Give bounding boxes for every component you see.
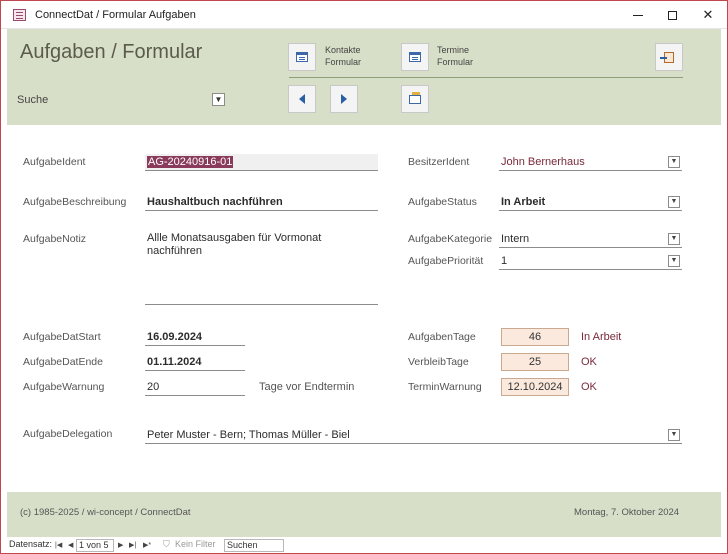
tage-label: AufgabenTage bbox=[408, 331, 476, 343]
termine-formular-label: Termine Formular bbox=[437, 44, 473, 68]
current-date: Montag, 7. Oktober 2024 bbox=[574, 507, 680, 518]
status-combo[interactable]: In Arbeit bbox=[499, 194, 682, 211]
prioritaet-combo[interactable]: 1 bbox=[499, 253, 682, 270]
close-button[interactable]: ✕ bbox=[691, 5, 725, 25]
beschreibung-label: AufgabeBeschreibung bbox=[23, 196, 127, 208]
prioritaet-label: AufgabePriorität bbox=[408, 255, 484, 267]
chevron-down-icon: ▼ bbox=[670, 158, 678, 165]
warnung-label: AufgabeWarnung bbox=[23, 381, 105, 393]
filter-icon: ⛉ bbox=[163, 539, 170, 549]
form-app-icon bbox=[13, 9, 26, 21]
chevron-down-icon: ▼ bbox=[670, 431, 678, 438]
kontakte-label-line2: Formular bbox=[325, 57, 362, 67]
termine-label-line2: Formular bbox=[437, 57, 474, 67]
ident-value: AG-20240916-01 bbox=[147, 156, 234, 168]
kategorie-dropdown-button[interactable]: ▼ bbox=[668, 233, 680, 245]
title-bar: ConnectDat / Formular Aufgaben ✕ bbox=[1, 1, 727, 29]
kontakte-formular-label: Kontakte Formular bbox=[325, 44, 361, 68]
copyright-text: (c) 1985-2025 / wi-concept / ConnectDat bbox=[20, 507, 191, 518]
minimize-icon bbox=[633, 14, 643, 16]
tage-value-box: 46 bbox=[501, 328, 569, 346]
form-header: Aufgaben / Formular Suche ▼ Kontakte For… bbox=[7, 29, 721, 125]
prioritaet-dropdown-button[interactable]: ▼ bbox=[668, 255, 680, 267]
verbleib-label: VerbleibTage bbox=[408, 356, 469, 368]
app-window: ConnectDat / Formular Aufgaben ✕ Aufgabe… bbox=[0, 0, 728, 554]
maximize-button[interactable] bbox=[655, 5, 689, 25]
prev-record-icon[interactable]: ◀ bbox=[68, 541, 73, 549]
ident-field[interactable]: AG-20240916-01 bbox=[145, 154, 378, 171]
form-icon bbox=[409, 52, 421, 62]
record-position-input[interactable]: 1 von 5 bbox=[76, 539, 114, 552]
tage-status: In Arbeit bbox=[581, 331, 622, 343]
besitzer-label: BesitzerIdent bbox=[408, 156, 470, 168]
record-search-input[interactable]: Suchen bbox=[224, 539, 284, 552]
new-record-icon bbox=[409, 91, 421, 104]
page-title: Aufgaben / Formular bbox=[20, 41, 203, 63]
record-navigation-bar: Datensatz: |◀ ◀ 1 von 5 ▶ ▶| ▶* ⛉ Kein F… bbox=[7, 538, 721, 553]
form-footer: (c) 1985-2025 / wi-concept / ConnectDat … bbox=[7, 492, 721, 537]
kategorie-combo[interactable]: Intern bbox=[499, 231, 682, 248]
terminwarnung-value-box: 12.10.2024 bbox=[501, 378, 569, 396]
chevron-down-icon: ▼ bbox=[670, 235, 678, 242]
besitzer-dropdown-button[interactable]: ▼ bbox=[668, 156, 680, 168]
besitzer-combo[interactable]: John Bernerhaus bbox=[499, 154, 682, 171]
record-nav-label: Datensatz: bbox=[9, 539, 53, 549]
exit-button[interactable] bbox=[655, 43, 683, 71]
minimize-button[interactable] bbox=[621, 5, 655, 25]
start-label: AufgabeDatStart bbox=[23, 331, 101, 343]
filter-status[interactable]: Kein Filter bbox=[175, 539, 216, 549]
maximize-icon bbox=[667, 10, 677, 20]
form-icon bbox=[296, 52, 308, 62]
window-title: ConnectDat / Formular Aufgaben bbox=[35, 9, 196, 21]
previous-record-button[interactable] bbox=[288, 85, 316, 113]
termine-formular-button[interactable] bbox=[401, 43, 429, 71]
search-dropdown-button[interactable]: ▼ bbox=[212, 93, 225, 106]
beschreibung-field[interactable]: Haushaltbuch nachführen bbox=[145, 194, 378, 211]
start-date-field[interactable]: 16.09.2024 bbox=[145, 329, 245, 346]
new-record-nav-icon[interactable]: ▶* bbox=[143, 541, 151, 549]
terminwarnung-label: TerminWarnung bbox=[408, 381, 482, 393]
delegation-combo[interactable]: Peter Muster - Bern; Thomas Müller - Bie… bbox=[145, 427, 682, 444]
chevron-down-icon: ▼ bbox=[670, 198, 678, 205]
kontakte-label-line1: Kontakte bbox=[325, 45, 361, 55]
warnung-field[interactable]: 20 bbox=[145, 379, 245, 396]
exit-door-icon bbox=[660, 51, 674, 63]
search-combo-label[interactable]: Suche bbox=[17, 94, 48, 106]
notiz-label: AufgabeNotiz bbox=[23, 233, 87, 245]
kontakte-formular-button[interactable] bbox=[288, 43, 316, 71]
warnung-suffix: Tage vor Endtermin bbox=[259, 381, 355, 393]
ende-label: AufgabeDatEnde bbox=[23, 356, 103, 368]
delegation-dropdown-button[interactable]: ▼ bbox=[668, 429, 680, 441]
arrow-left-icon bbox=[299, 94, 305, 104]
status-label: AufgabeStatus bbox=[408, 196, 477, 208]
next-record-icon[interactable]: ▶ bbox=[118, 541, 123, 549]
chevron-down-icon: ▼ bbox=[670, 257, 678, 264]
next-record-button[interactable] bbox=[330, 85, 358, 113]
notiz-field[interactable]: Allle Monatsausgaben für Vormonat nachfü… bbox=[145, 229, 378, 305]
verbleib-status: OK bbox=[581, 356, 597, 368]
arrow-right-icon bbox=[341, 94, 347, 104]
ident-label: AufgabeIdent bbox=[23, 156, 86, 168]
status-dropdown-button[interactable]: ▼ bbox=[668, 196, 680, 208]
verbleib-value-box: 25 bbox=[501, 353, 569, 371]
last-record-icon[interactable]: ▶| bbox=[129, 541, 136, 549]
close-icon: ✕ bbox=[702, 7, 714, 22]
kategorie-label: AufgabeKategorie bbox=[408, 233, 493, 245]
termine-label-line1: Termine bbox=[437, 45, 470, 55]
header-divider bbox=[289, 77, 683, 78]
end-date-field[interactable]: 01.11.2024 bbox=[145, 354, 245, 371]
delegation-label: AufgabeDelegation bbox=[23, 428, 113, 440]
first-record-icon[interactable]: |◀ bbox=[55, 541, 62, 549]
new-record-button[interactable] bbox=[401, 85, 429, 113]
terminwarnung-status: OK bbox=[581, 381, 597, 393]
chevron-down-icon: ▼ bbox=[214, 95, 223, 104]
